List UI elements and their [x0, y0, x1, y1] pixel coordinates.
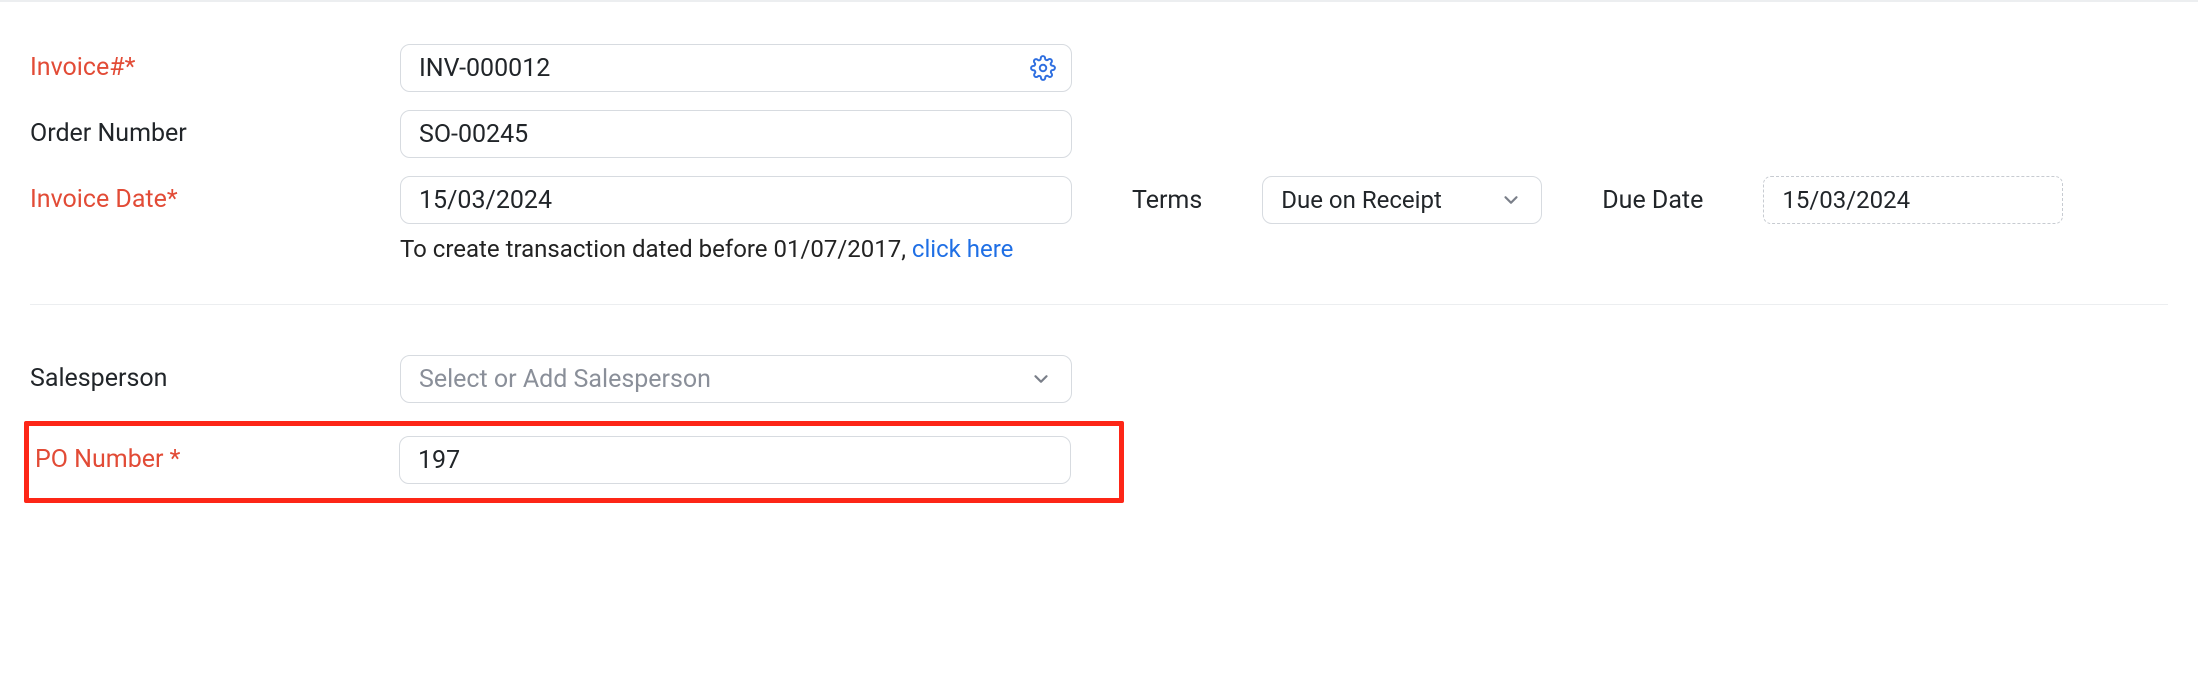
invoice-date-help-link[interactable]: click here [912, 235, 1014, 263]
invoice-number-field-wrap [400, 44, 1072, 92]
due-date-value: 15/03/2024 [1782, 186, 1910, 214]
label-order-number: Order Number [30, 110, 400, 158]
salesperson-select[interactable]: Select or Add Salesperson [400, 355, 1072, 403]
chevron-down-icon [1499, 188, 1523, 212]
invoice-date-input[interactable] [419, 177, 1053, 223]
due-date-group: Due Date 15/03/2024 [1602, 176, 2063, 224]
row-invoice-date: Invoice Date* To create transaction date… [30, 176, 2168, 264]
gear-icon[interactable] [1029, 54, 1057, 82]
order-number-field-wrap [400, 110, 1072, 158]
due-date-display[interactable]: 15/03/2024 [1763, 176, 2063, 224]
label-invoice-date: Invoice Date* [30, 176, 400, 224]
invoice-date-help: To create transaction dated before 01/07… [400, 234, 1072, 264]
row-invoice-number: Invoice#* [30, 44, 2168, 92]
label-due-date: Due Date [1602, 186, 1703, 215]
po-number-input[interactable] [418, 437, 1052, 483]
label-invoice-number: Invoice#* [30, 44, 400, 92]
label-po-number: PO Number * [29, 436, 399, 484]
salesperson-placeholder: Select or Add Salesperson [419, 365, 711, 394]
label-salesperson: Salesperson [30, 355, 400, 403]
terms-value: Due on Receipt [1281, 186, 1442, 214]
invoice-date-help-text: To create transaction dated before 01/07… [400, 235, 912, 263]
terms-select[interactable]: Due on Receipt [1262, 176, 1542, 224]
terms-group: Terms Due on Receipt [1132, 176, 1542, 224]
po-number-highlight: PO Number * [24, 421, 1124, 503]
invoice-form: Invoice#* Order Number Invoice Date* To … [0, 6, 2198, 523]
row-order-number: Order Number [30, 110, 2168, 158]
label-terms: Terms [1132, 186, 1202, 215]
invoice-date-field-wrap [400, 176, 1072, 224]
invoice-number-input[interactable] [419, 45, 1053, 91]
chevron-down-icon [1029, 367, 1053, 391]
row-salesperson: Salesperson Select or Add Salesperson [30, 355, 2168, 403]
section-divider [30, 304, 2168, 305]
po-number-field-wrap [399, 436, 1071, 484]
order-number-input[interactable] [419, 111, 1053, 157]
